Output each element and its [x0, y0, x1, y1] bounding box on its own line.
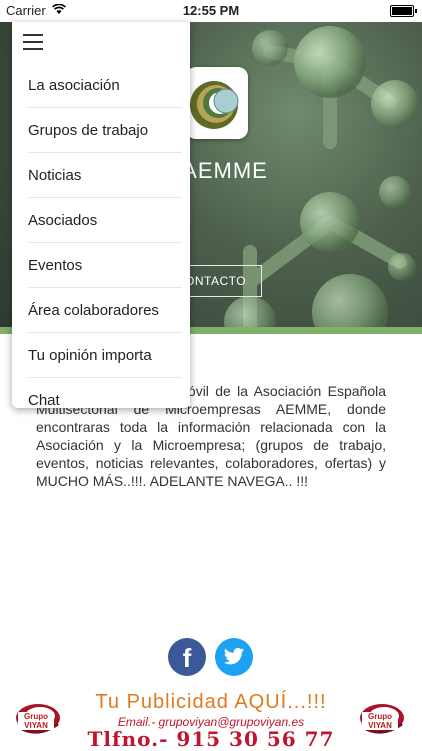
menu-item-area-colaboradores[interactable]: Área colaboradores [28, 288, 182, 333]
ad-phone: Tlfno.- 915 30 56 77 [87, 727, 335, 751]
ad-headline: Tu Publicidad AQUÍ...!!! [95, 691, 327, 713]
hamburger-menu-icon[interactable] [23, 34, 43, 50]
grupo-viyan-logo-right: Grupo VIYAN [358, 698, 406, 736]
status-time: 12:55 PM [182, 3, 240, 18]
menu-item-eventos[interactable]: Eventos [28, 243, 182, 288]
aemme-logo [186, 67, 248, 139]
ad-banner[interactable]: Grupo VIYAN Tu Publicidad AQUÍ...!!! Ema… [0, 690, 422, 751]
navigation-drawer: La asociación Grupos de trabajo Noticias… [12, 22, 190, 408]
menu-item-tu-opinion-importa[interactable]: Tu opinión importa [28, 333, 182, 378]
facebook-icon[interactable]: f [168, 638, 206, 676]
social-links: f [0, 638, 422, 678]
drawer-menu-list: La asociación Grupos de trabajo Noticias… [12, 63, 190, 408]
grupo-viyan-logo-left: Grupo VIYAN [14, 698, 62, 736]
menu-item-chat[interactable]: Chat [28, 378, 182, 408]
status-bar: Carrier 12:55 PM [0, 0, 422, 22]
twitter-icon[interactable] [215, 638, 253, 676]
menu-item-asociados[interactable]: Asociados [28, 198, 182, 243]
menu-item-noticias[interactable]: Noticias [28, 153, 182, 198]
battery-icon [390, 5, 417, 17]
menu-item-grupos-de-trabajo[interactable]: Grupos de trabajo [28, 108, 182, 153]
menu-item-la-asociacion[interactable]: La asociación [28, 63, 182, 108]
